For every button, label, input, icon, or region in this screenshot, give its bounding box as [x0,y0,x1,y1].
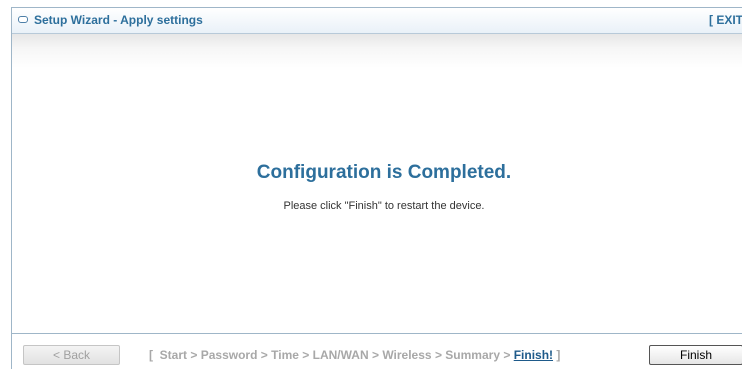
step-separator: > [302,348,310,362]
steps-open-bracket: [ [149,348,153,362]
step-start: Start [159,348,188,362]
step-separator: > [260,348,268,362]
step-summary: Summary [445,348,500,362]
completion-heading: Configuration is Completed. [256,162,512,183]
back-button[interactable]: < Back [23,345,120,365]
step-separator: > [503,348,511,362]
window-icon [18,16,28,23]
step-lan-wan: LAN/WAN [312,348,369,362]
step-wireless: Wireless [382,348,432,362]
finish-button[interactable]: Finish [649,345,742,365]
content-panel: Configuration is Completed. Please click… [12,34,742,334]
window-title: Setup Wizard - Apply settings [34,13,203,27]
title-bar: Setup Wizard - Apply settings [ EXIT [12,8,742,34]
step-separator: > [371,348,379,362]
step-password: Password [200,348,258,362]
wizard-steps: [ Start > Password > Time > LAN/WAN > Wi… [149,348,560,362]
step-time: Time [271,348,299,362]
wizard-footer: < Back [ Start > Password > Time > LAN/W… [12,334,742,370]
exit-link[interactable]: [ EXIT [709,13,742,27]
step-separator: > [190,348,198,362]
restart-message: Please click "Finish" to restart the dev… [283,200,485,212]
step-separator: > [434,348,442,362]
steps-close-bracket: ] [556,348,561,362]
wizard-frame: Setup Wizard - Apply settings [ EXIT Con… [11,7,742,369]
step-finish-current: Finish! [513,348,554,362]
